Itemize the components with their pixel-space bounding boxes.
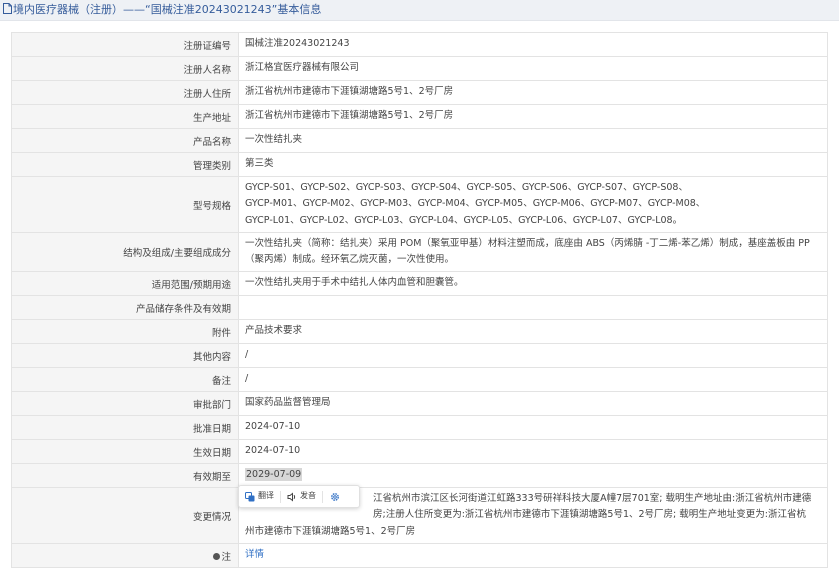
structure-line: 一次性结扎夹（简称：结扎夹）采用 POM（聚氧亚甲基）材料注塑而成，底座由 AB… [245, 237, 810, 249]
popup-settings-button[interactable] [323, 486, 347, 507]
changes-line: 房;注册人住所变更为:浙江省杭州市建德市下涯镇湖塘路5号1、2号厂房; 载明生产… [373, 509, 806, 521]
row-remark: 备注 / [11, 367, 828, 392]
label-dept: 审批部门 [11, 391, 239, 416]
label-structure: 结构及组成/主要组成成分 [11, 232, 239, 272]
label-approve-date: 批准日期 [11, 415, 239, 440]
label-note: 注 [11, 543, 239, 568]
gear-icon [331, 492, 339, 501]
row-scope: 适用范围/预期用途 一次性结扎夹用于手术中结扎人体内血管和胆囊管。 [11, 271, 828, 296]
value-category: 第三类 [238, 152, 828, 177]
label-attachment: 附件 [11, 319, 239, 344]
row-changes: 变更情况 江省杭州市滨江区长河街道江虹路333号研祥科技大厦A幢7层701室; … [11, 485, 828, 544]
read-aloud-button[interactable]: 发音 [281, 486, 322, 507]
row-note: 注 详情 [11, 543, 828, 568]
translate-label: 翻译 [258, 491, 274, 501]
value-note: 详情 [238, 543, 828, 568]
row-model: 型号规格 GYCP-S01、GYCP-S02、GYCP-S03、GYCP-S04… [11, 176, 828, 233]
value-scope: 一次性结扎夹用于手术中结扎人体内血管和胆囊管。 [238, 271, 828, 296]
label-product: 产品名称 [11, 128, 239, 153]
model-line: GYCP-L01、GYCP-L02、GYCP-L03、GYCP-L04、GYCP… [245, 214, 683, 226]
row-registrant: 注册人名称 浙江格宜医疗器械有限公司 [11, 56, 828, 81]
label-changes: 变更情况 [11, 487, 239, 544]
row-effective-date: 生效日期 2024-07-10 [11, 439, 828, 464]
model-line: GYCP-M01、GYCP-M02、GYCP-M03、GYCP-M04、GYCP… [245, 198, 706, 210]
value-residence: 浙江省杭州市建德市下涯镇湖塘路5号1、2号厂房 [238, 80, 828, 105]
changes-line: 州市建德市下涯镇湖塘路5号1、2号厂房 [245, 525, 416, 537]
value-structure: 一次性结扎夹（简称：结扎夹）采用 POM（聚氧亚甲基）材料注塑而成，底座由 AB… [238, 232, 828, 272]
value-model: GYCP-S01、GYCP-S02、GYCP-S03、GYCP-S04、GYCP… [238, 176, 828, 233]
translate-button[interactable]: 翻译 [239, 486, 280, 507]
label-category: 管理类别 [11, 152, 239, 177]
value-reg-no: 国械注准20243021243 [238, 32, 828, 57]
page-header: 境内医疗器械（注册）——“国械注准20243021243”基本信息 [0, 0, 839, 21]
selected-text[interactable]: 2029-07-09 [245, 468, 303, 482]
row-category: 管理类别 第三类 [11, 152, 828, 177]
read-aloud-label: 发音 [300, 491, 316, 501]
value-other: / [238, 343, 828, 368]
label-expiry-date: 有效期至 [11, 463, 239, 488]
value-changes: 江省杭州市滨江区长河街道江虹路333号研祥科技大厦A幢7层701室; 载明生产地… [238, 485, 828, 544]
page-title: 境内医疗器械（注册）——“国械注准20243021243”基本信息 [13, 3, 322, 16]
structure-line: （聚丙烯）制成。经环氧乙烷灭菌，一次性使用。 [245, 254, 455, 265]
label-scope: 适用范围/预期用途 [11, 271, 239, 296]
row-expiry-date: 有效期至 2029-07-09 [11, 463, 828, 488]
value-remark: / [238, 367, 828, 392]
row-attachment: 附件 产品技术要求 [11, 319, 828, 344]
device-info-table: 注册证编号 国械注准20243021243 注册人名称 浙江格宜医疗器械有限公司… [11, 32, 828, 568]
value-expiry-date[interactable]: 2029-07-09 [238, 463, 828, 488]
value-effective-date: 2024-07-10 [238, 439, 828, 464]
row-storage: 产品储存条件及有效期 [11, 295, 828, 320]
row-address: 生产地址 浙江省杭州市建德市下涯镇湖塘路5号1、2号厂房 [11, 104, 828, 129]
row-product: 产品名称 一次性结扎夹 [11, 128, 828, 153]
details-link[interactable]: 详情 [245, 549, 264, 560]
label-other: 其他内容 [11, 343, 239, 368]
label-address: 生产地址 [11, 104, 239, 129]
model-line: GYCP-S01、GYCP-S02、GYCP-S03、GYCP-S04、GYCP… [245, 181, 688, 193]
note-label: 注 [221, 551, 231, 563]
row-dept: 审批部门 国家药品监督管理局 [11, 391, 828, 416]
row-reg-no: 注册证编号 国械注准20243021243 [11, 32, 828, 57]
info-dot-icon [213, 552, 221, 560]
label-storage: 产品储存条件及有效期 [11, 295, 239, 320]
value-product: 一次性结扎夹 [238, 128, 828, 153]
translate-icon [245, 491, 255, 501]
label-reg-no: 注册证编号 [11, 32, 239, 57]
label-residence: 注册人住所 [11, 80, 239, 105]
label-remark: 备注 [11, 367, 239, 392]
value-storage [238, 295, 828, 320]
value-attachment: 产品技术要求 [238, 319, 828, 344]
value-dept: 国家药品监督管理局 [238, 391, 828, 416]
row-approve-date: 批准日期 2024-07-10 [11, 415, 828, 440]
row-structure: 结构及组成/主要组成成分 一次性结扎夹（简称：结扎夹）采用 POM（聚氧亚甲基）… [11, 232, 828, 272]
speaker-icon [287, 491, 296, 502]
value-approve-date: 2024-07-10 [238, 415, 828, 440]
value-registrant: 浙江格宜医疗器械有限公司 [238, 56, 828, 81]
label-model: 型号规格 [11, 176, 239, 233]
label-registrant: 注册人名称 [11, 56, 239, 81]
row-other: 其他内容 / [11, 343, 828, 368]
document-icon [3, 3, 12, 14]
label-effective-date: 生效日期 [11, 439, 239, 464]
value-address: 浙江省杭州市建德市下涯镇湖塘路5号1、2号厂房 [238, 104, 828, 129]
row-residence: 注册人住所 浙江省杭州市建德市下涯镇湖塘路5号1、2号厂房 [11, 80, 828, 105]
translate-popup: 翻译 发音 [238, 485, 360, 508]
